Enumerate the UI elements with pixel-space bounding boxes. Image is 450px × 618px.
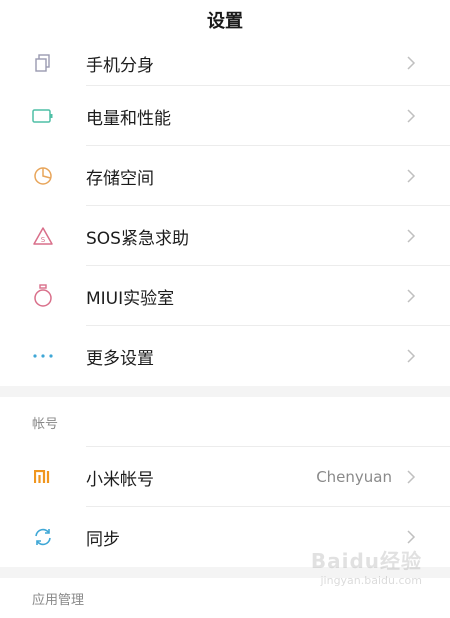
lab-flask-icon <box>32 284 54 307</box>
chevron-right-icon <box>402 468 420 486</box>
chevron-right-icon <box>402 528 420 546</box>
more-dots-icon <box>32 345 54 367</box>
settings-item-label: 存储空间 <box>86 168 154 189</box>
settings-item-mi-account[interactable]: 小米帐号 Chenyuan <box>0 447 450 507</box>
sos-warning-icon: S <box>32 225 54 247</box>
svg-text:S: S <box>41 236 46 244</box>
section-title: 帐号 <box>32 416 59 432</box>
storage-pie-icon <box>32 165 54 187</box>
battery-icon <box>32 105 54 127</box>
settings-item-label: 小米帐号 <box>86 469 154 490</box>
section-gap <box>0 386 450 397</box>
chevron-right-icon <box>402 107 420 125</box>
settings-item-sos[interactable]: S SOS紧急求助 <box>0 206 450 266</box>
settings-item-label: 更多设置 <box>86 348 154 369</box>
settings-item-storage[interactable]: 存储空间 <box>0 146 450 206</box>
mi-logo-icon <box>32 466 54 488</box>
settings-item-more-settings[interactable]: 更多设置 <box>0 326 450 386</box>
section-header-account: 帐号 <box>0 397 450 447</box>
page-title: 设置 <box>0 0 450 40</box>
chevron-right-icon <box>402 54 420 72</box>
account-name-value: Chenyuan <box>316 468 392 486</box>
settings-item-dual-apps[interactable]: 手机分身 <box>0 40 450 86</box>
watermark-url: jingyan.baidu.com <box>320 574 422 587</box>
chevron-right-icon <box>402 227 420 245</box>
settings-item-label: 电量和性能 <box>86 108 171 129</box>
watermark: Baidu经验 jingyan.baidu.com <box>311 545 422 587</box>
chevron-right-icon <box>402 347 420 365</box>
settings-item-label: MIUI实验室 <box>86 288 175 309</box>
section-title: 应用管理 <box>32 592 85 608</box>
settings-item-miui-lab[interactable]: MIUI实验室 <box>0 266 450 326</box>
dual-apps-icon <box>32 52 54 74</box>
chevron-right-icon <box>402 287 420 305</box>
watermark-brand: Baidu经验 <box>310 549 422 573</box>
settings-item-label: SOS紧急求助 <box>86 228 189 249</box>
chevron-right-icon <box>402 167 420 185</box>
settings-item-battery[interactable]: 电量和性能 <box>0 86 450 146</box>
sync-icon <box>32 526 54 548</box>
settings-item-label: 手机分身 <box>86 55 154 76</box>
